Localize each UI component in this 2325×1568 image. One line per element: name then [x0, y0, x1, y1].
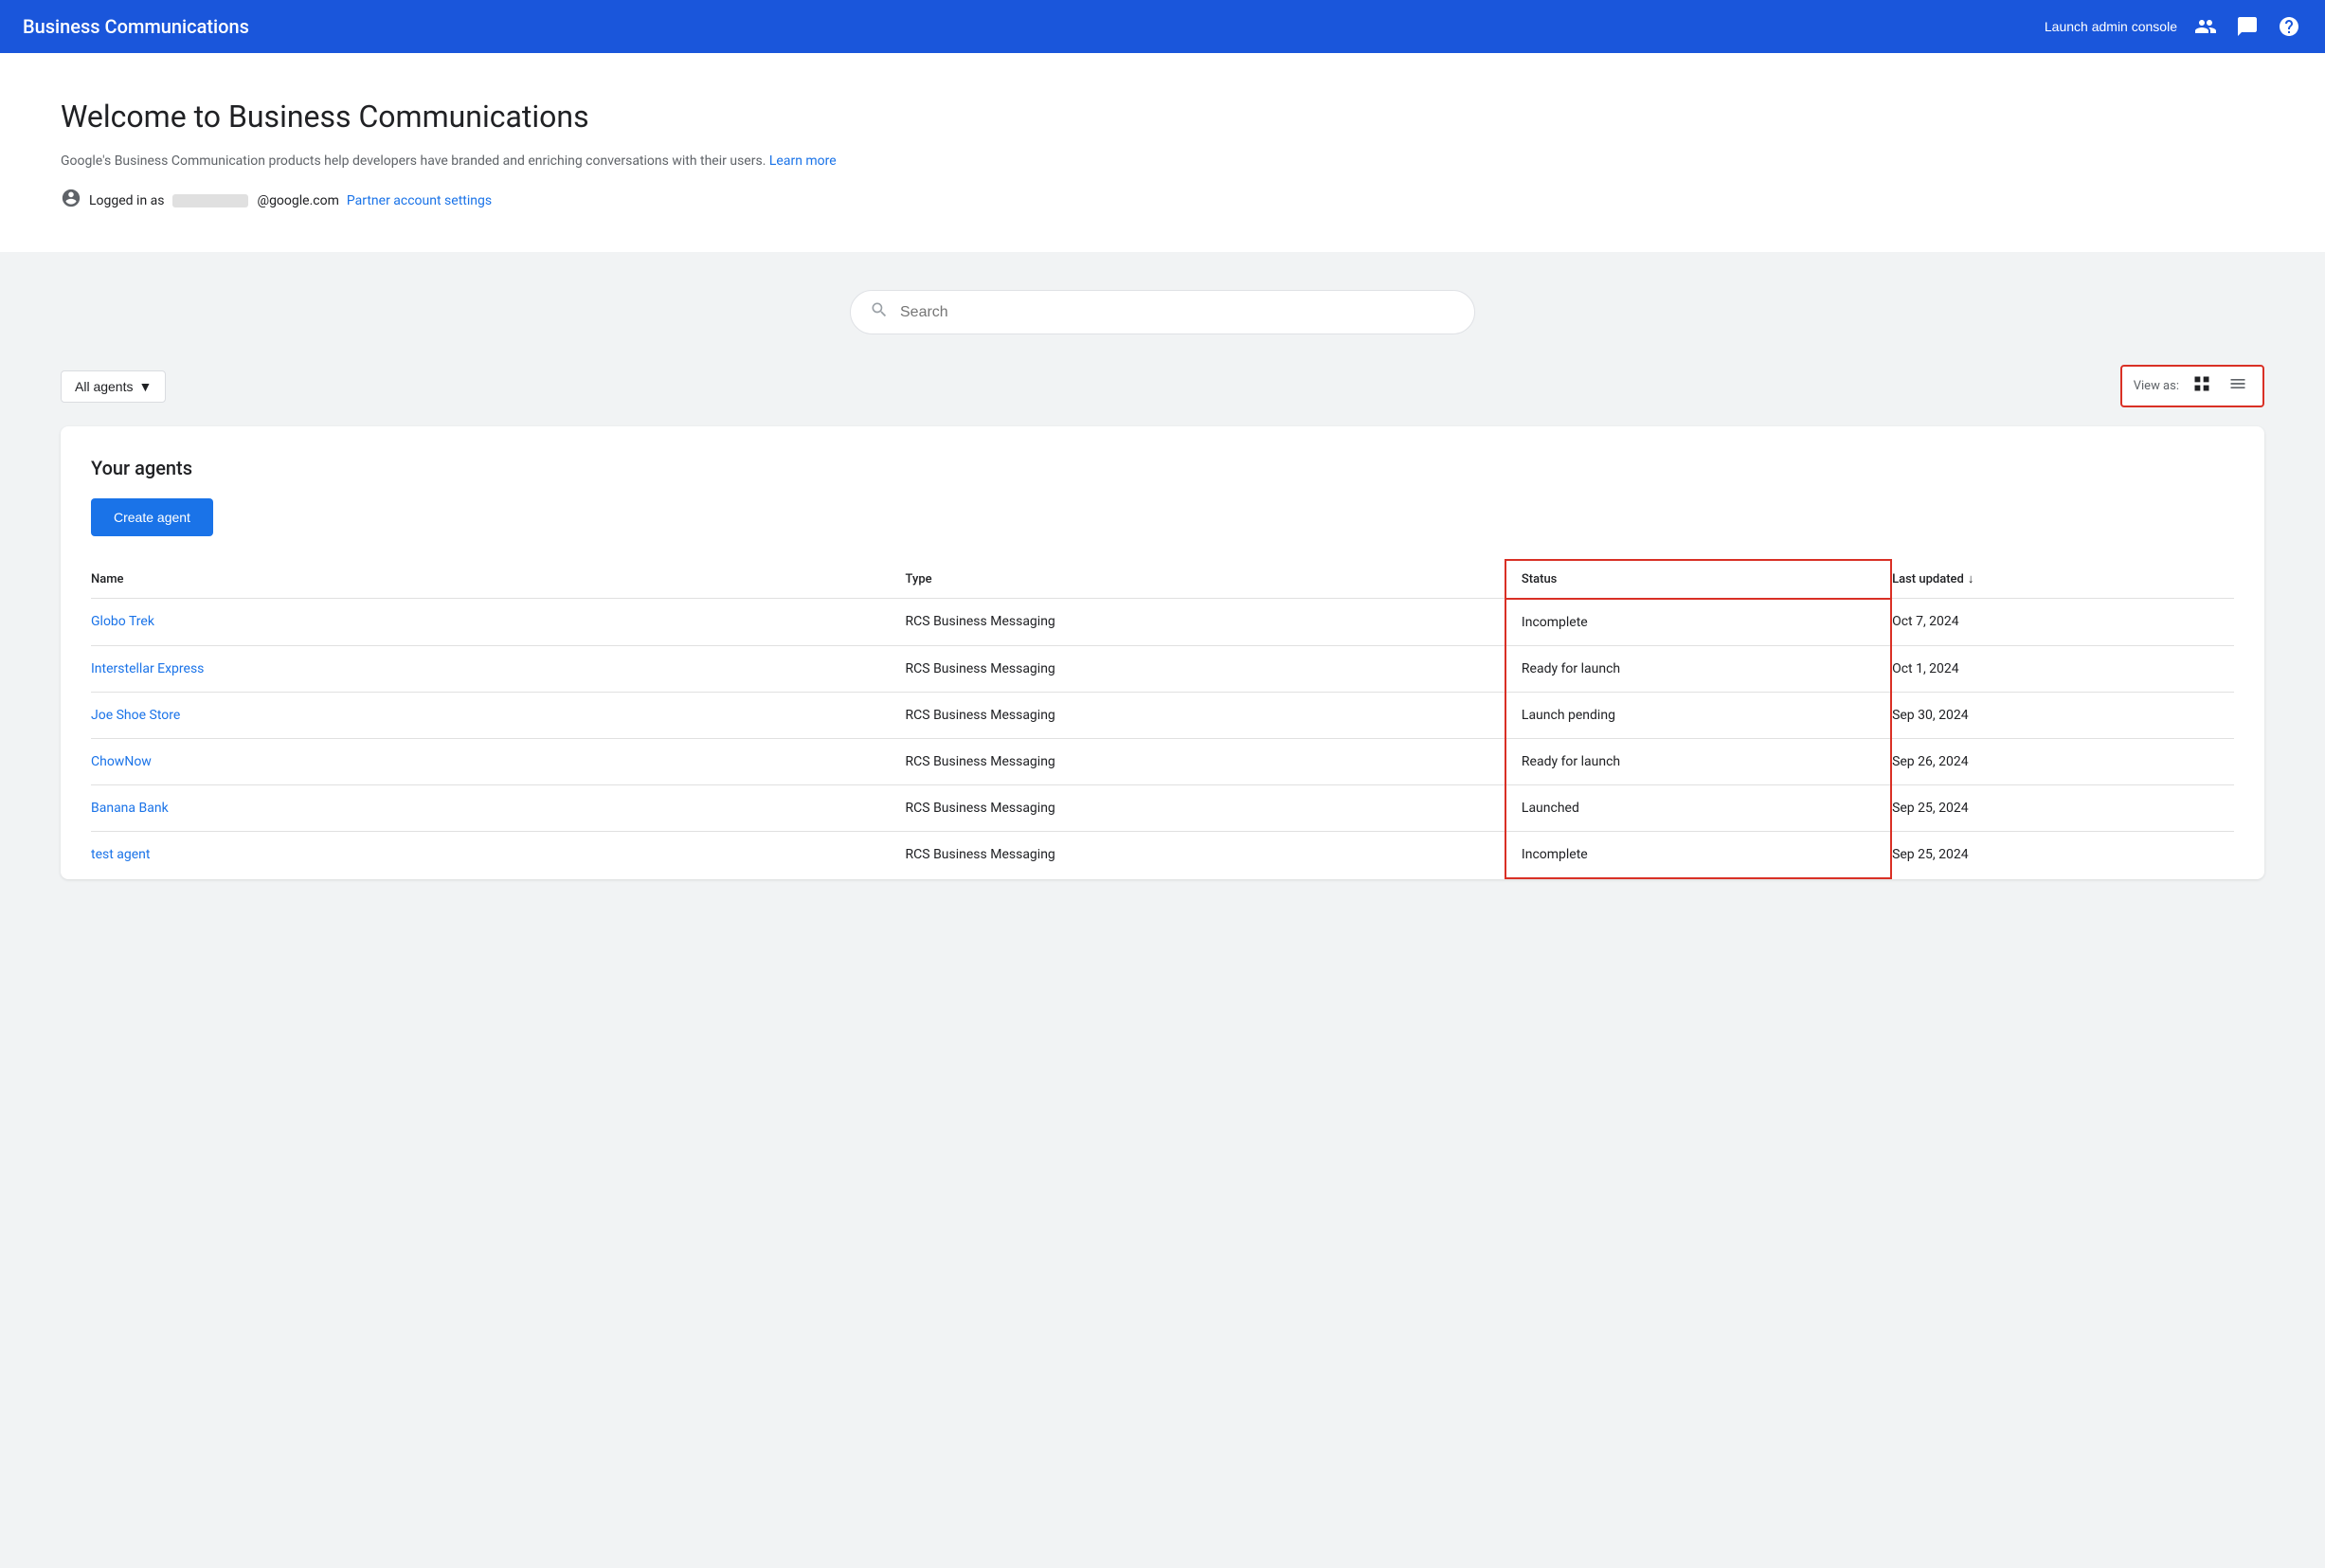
- agent-last-updated: Sep 25, 2024: [1891, 784, 2234, 831]
- agents-card: Your agents Create agent Name Type Statu…: [61, 426, 2264, 879]
- agent-last-updated: Sep 25, 2024: [1891, 831, 2234, 878]
- table-row: Interstellar Express RCS Business Messag…: [91, 645, 2234, 692]
- learn-more-link[interactable]: Learn more: [769, 153, 837, 169]
- agents-table: Name Type Status Last updated ↓: [91, 559, 2234, 879]
- welcome-section: Welcome to Business Communications Googl…: [0, 53, 2325, 252]
- agent-name[interactable]: ChowNow: [91, 738, 906, 784]
- col-header-status: Status: [1505, 560, 1891, 599]
- agent-name[interactable]: Interstellar Express: [91, 645, 906, 692]
- agent-name[interactable]: test agent: [91, 831, 906, 878]
- col-header-name: Name: [91, 560, 906, 599]
- list-view-icon[interactable]: [2225, 372, 2251, 400]
- grid-view-icon[interactable]: [2189, 372, 2215, 400]
- agent-name[interactable]: Globo Trek: [91, 599, 906, 646]
- agent-name[interactable]: Banana Bank: [91, 784, 906, 831]
- view-as-label: View as:: [2134, 379, 2179, 393]
- agent-last-updated: Oct 1, 2024: [1891, 645, 2234, 692]
- agent-status: Launch pending: [1505, 692, 1891, 738]
- agent-name[interactable]: Joe Shoe Store: [91, 692, 906, 738]
- table-row: test agent RCS Business Messaging Incomp…: [91, 831, 2234, 878]
- app-title: Business Communications: [23, 15, 249, 38]
- agent-type: RCS Business Messaging: [906, 599, 1505, 646]
- main-content: All agents ▼ View as: Your agents Create…: [0, 252, 2325, 917]
- agent-type: RCS Business Messaging: [906, 831, 1505, 878]
- logged-in-prefix: Logged in as: [89, 193, 165, 208]
- agent-type: RCS Business Messaging: [906, 692, 1505, 738]
- agent-status: Incomplete: [1505, 831, 1891, 878]
- search-input[interactable]: [900, 304, 1455, 321]
- people-icon[interactable]: [2192, 13, 2219, 40]
- agent-status: Incomplete: [1505, 599, 1891, 646]
- search-bar: [850, 290, 1475, 334]
- welcome-description: Google's Business Communication products…: [61, 153, 2264, 169]
- agent-status: Launched: [1505, 784, 1891, 831]
- agents-section-title: Your agents: [91, 457, 2234, 479]
- agent-type: RCS Business Messaging: [906, 784, 1505, 831]
- agent-last-updated: Oct 7, 2024: [1891, 599, 2234, 646]
- sort-down-icon[interactable]: ↓: [1968, 571, 1974, 586]
- search-icon: [870, 300, 889, 324]
- chat-icon[interactable]: [2234, 13, 2261, 40]
- table-row: Banana Bank RCS Business Messaging Launc…: [91, 784, 2234, 831]
- agent-last-updated: Sep 30, 2024: [1891, 692, 2234, 738]
- table-row: Globo Trek RCS Business Messaging Incomp…: [91, 599, 2234, 646]
- controls-row: All agents ▼ View as:: [61, 365, 2264, 407]
- agent-last-updated: Sep 26, 2024: [1891, 738, 2234, 784]
- table-row: ChowNow RCS Business Messaging Ready for…: [91, 738, 2234, 784]
- view-as-container: View as:: [2120, 365, 2264, 407]
- header-actions: Launch admin console: [2045, 13, 2302, 40]
- partner-account-settings-link[interactable]: Partner account settings: [347, 193, 492, 208]
- logged-in-row: Logged in as @google.com Partner account…: [61, 188, 2264, 214]
- account-circle-icon: [61, 188, 81, 214]
- agent-type: RCS Business Messaging: [906, 738, 1505, 784]
- agent-type: RCS Business Messaging: [906, 645, 1505, 692]
- agent-status: Ready for launch: [1505, 738, 1891, 784]
- col-header-type: Type: [906, 560, 1505, 599]
- all-agents-filter-button[interactable]: All agents ▼: [61, 370, 166, 403]
- email-domain: @google.com: [258, 193, 339, 208]
- launch-admin-console-button[interactable]: Launch admin console: [2045, 19, 2177, 34]
- email-blur: [172, 194, 248, 207]
- chevron-down-icon: ▼: [138, 379, 152, 394]
- table-row: Joe Shoe Store RCS Business Messaging La…: [91, 692, 2234, 738]
- welcome-title: Welcome to Business Communications: [61, 99, 2264, 135]
- app-header: Business Communications Launch admin con…: [0, 0, 2325, 53]
- col-header-last-updated: Last updated ↓: [1891, 560, 2234, 599]
- agent-status: Ready for launch: [1505, 645, 1891, 692]
- create-agent-button[interactable]: Create agent: [91, 498, 213, 536]
- search-container: [61, 290, 2264, 334]
- help-icon[interactable]: [2276, 13, 2302, 40]
